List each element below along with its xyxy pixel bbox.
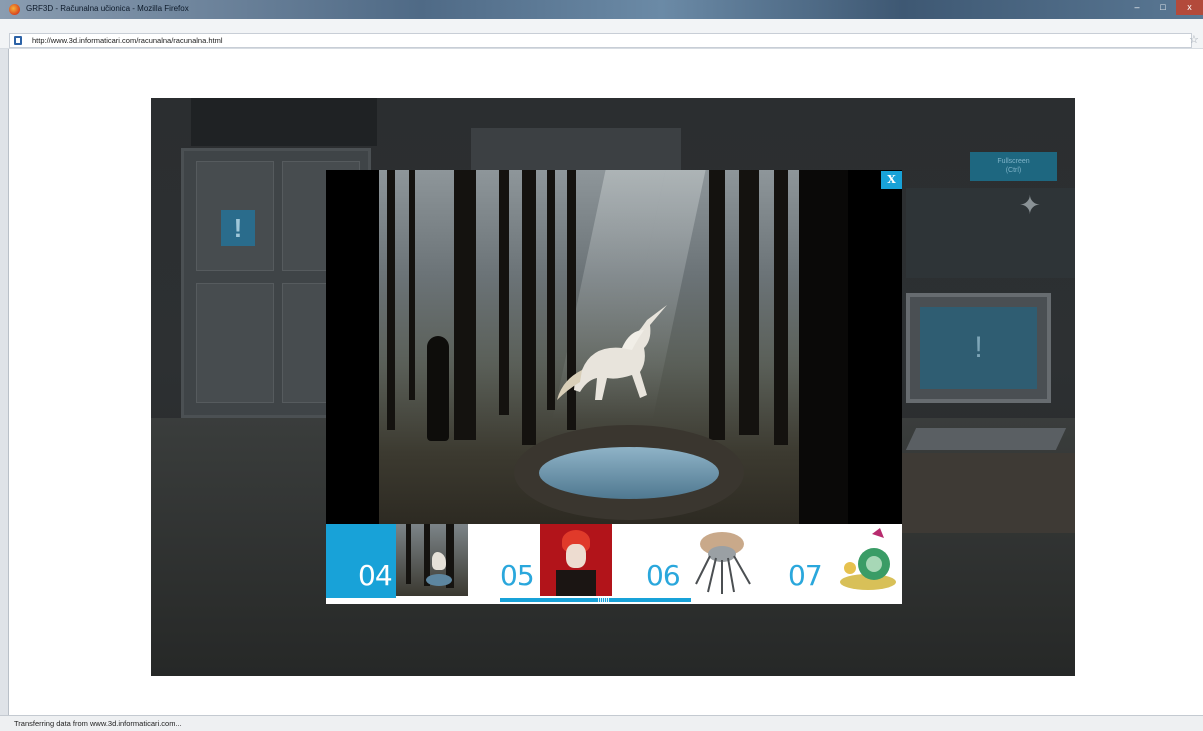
thumbnail-image-unicorn [396, 524, 468, 596]
maximize-button[interactable]: □ [1150, 0, 1176, 15]
tree-trunk [522, 170, 536, 445]
tree-trunk [454, 170, 476, 440]
thumbnail-scrollbar[interactable] [500, 598, 691, 602]
tree-trunk [499, 170, 509, 415]
info-hotspot-icon[interactable]: ! [221, 210, 255, 246]
minimize-button[interactable]: – [1124, 0, 1150, 15]
desk [896, 453, 1075, 533]
minimize-icon: – [1134, 2, 1140, 12]
thumbnail-number: 04 [358, 559, 393, 592]
window-title: GRF3D - Računalna učionica - Mozilla Fir… [26, 4, 189, 13]
lightbox-close-button[interactable]: X [881, 171, 902, 189]
star-icon[interactable]: ☆ [1189, 33, 1199, 46]
thumbnail-image-queen [540, 524, 612, 596]
thumbnail-07[interactable]: 07 [788, 524, 900, 598]
firefox-icon [9, 4, 20, 15]
keyboard [905, 428, 1067, 450]
thumbnail-image-robot-spider [695, 532, 751, 594]
site-identity-icon[interactable] [14, 36, 22, 45]
tree-trunk [774, 170, 788, 445]
window-title-bar: GRF3D - Računalna učionica - Mozilla Fir… [0, 0, 1203, 19]
tools-icon[interactable]: ✦ [1019, 190, 1049, 226]
fullscreen-shortcut: (Ctrl) [1005, 167, 1022, 174]
silhouette-figure [427, 336, 449, 441]
tree-trunk [739, 170, 759, 435]
browser-left-edge [0, 49, 9, 715]
thumbnail-number: 05 [500, 559, 535, 592]
pond-water [539, 447, 719, 499]
thumbnail-strip: 04 05 06 07 [326, 524, 902, 604]
thumbnail-06[interactable]: 06 [646, 524, 756, 598]
door-panel [196, 283, 274, 403]
tree-trunk [409, 170, 415, 400]
air-conditioner [191, 98, 377, 146]
computer-monitor[interactable]: ! [906, 293, 1051, 403]
close-icon: x [1187, 2, 1192, 12]
gallery-image-unicorn-forest [379, 170, 848, 524]
fullscreen-label: Fullscreen [997, 158, 1030, 165]
tree-trunk [709, 170, 725, 440]
thumbnail-04[interactable]: 04 [326, 524, 468, 598]
monitor-info-icon[interactable]: ! [920, 307, 1037, 389]
close-window-button[interactable]: x [1176, 0, 1203, 15]
url-text[interactable]: http://www.3d.informaticari.com/racunaln… [32, 36, 223, 45]
maximize-icon: □ [1160, 2, 1166, 12]
status-text: Transferring data from www.3d.informatic… [14, 719, 182, 728]
thumbnail-05[interactable]: 05 [500, 524, 612, 598]
tree-trunk [799, 170, 848, 524]
wall-screen [906, 188, 1075, 278]
unicorn-figure [557, 305, 667, 400]
thumbnail-number: 07 [788, 559, 823, 592]
thumbnail-number: 06 [646, 559, 681, 592]
thumbnail-image-snail [840, 528, 896, 590]
scrollbar-grip[interactable] [598, 598, 610, 602]
tree-trunk [387, 170, 395, 430]
fullscreen-button[interactable]: Fullscreen (Ctrl) [970, 152, 1057, 181]
